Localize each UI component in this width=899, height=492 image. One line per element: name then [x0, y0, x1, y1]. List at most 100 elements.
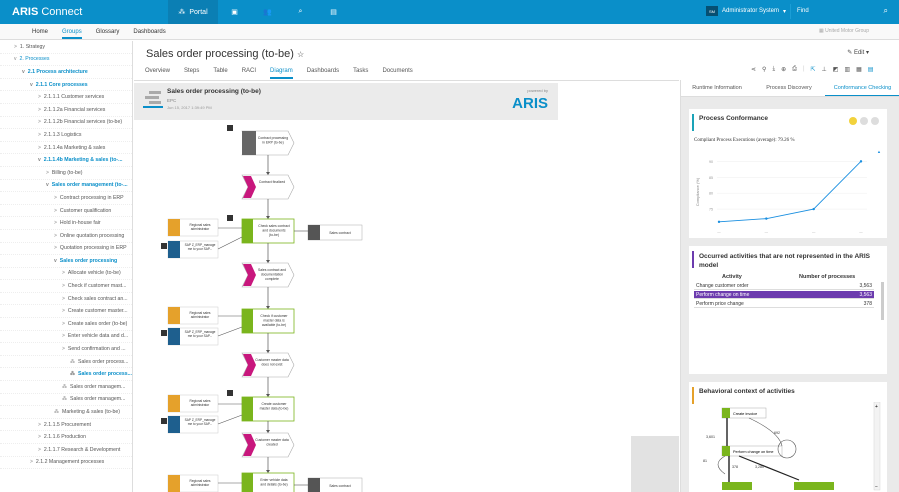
chevron-right-icon[interactable]: > — [54, 233, 57, 239]
tree-item[interactable]: ⁂ Sales order managem... — [0, 394, 132, 407]
tree-item[interactable]: ⁂ Marketing & sales (to-be) — [0, 406, 132, 419]
tree-item[interactable]: > Create sales order (to-be) — [0, 318, 132, 331]
tab-dashboards[interactable]: Dashboards — [133, 29, 165, 39]
chevron-right-icon[interactable]: > — [62, 346, 65, 352]
hierarchy-icon[interactable]: ⊥ — [822, 66, 827, 73]
tree-item[interactable]: >2.1.1.6 Production — [0, 431, 132, 444]
chevron-right-icon[interactable]: > — [38, 422, 41, 428]
chevron-right-icon[interactable]: > — [38, 107, 41, 113]
tree-item[interactable]: > Online quotation processing — [0, 230, 132, 243]
model-icon[interactable]: ⁂ — [70, 371, 75, 377]
chevron-right-icon[interactable]: > — [62, 283, 65, 289]
app-logo[interactable]: ARIS Connect — [12, 6, 82, 18]
model-icon[interactable]: ⁂ — [70, 359, 75, 365]
tree-item[interactable]: > Quotation processing in ERP — [0, 243, 132, 256]
table-row[interactable]: Perform change on time 3,563 — [694, 291, 874, 299]
tab-documents[interactable]: Documents — [382, 68, 412, 79]
chevron-right-icon[interactable]: > — [62, 308, 65, 314]
tab-steps[interactable]: Steps — [184, 68, 199, 79]
notes-icon[interactable]: ▤ — [317, 0, 350, 24]
group-selector[interactable]: ▦ United Motor Group — [819, 28, 869, 34]
tree-item[interactable]: >2.1.1.3 Logistics — [0, 129, 132, 142]
search-icon[interactable]: ⌕ — [284, 0, 317, 24]
tree-item[interactable]: ⁂ Sales order process... — [0, 368, 132, 382]
find-input[interactable]: Find ⌕ — [790, 4, 894, 19]
table-row[interactable]: Perform price change 378 — [694, 300, 874, 308]
tab-glossary[interactable]: Glossary — [96, 29, 120, 39]
portal-button[interactable]: ⁂ Portal — [168, 0, 218, 24]
tab-home[interactable]: Home — [32, 29, 48, 39]
chevron-down-icon[interactable]: v — [30, 82, 33, 88]
chevron-right-icon[interactable]: > — [62, 333, 65, 339]
tree-item[interactable]: > Create customer master... — [0, 305, 132, 319]
tab-diagram[interactable]: Diagram — [270, 68, 293, 79]
chevron-right-icon[interactable]: > — [14, 44, 17, 50]
pin-icon[interactable]: ⚲ — [762, 66, 766, 73]
tree-item[interactable]: > Billing (to-be) — [0, 167, 132, 180]
star-icon[interactable]: ☆ — [297, 50, 304, 59]
grid-icon[interactable]: ▦ — [856, 66, 862, 73]
chevron-right-icon[interactable]: > — [62, 296, 65, 302]
tree-item[interactable]: ⁂ Sales order managem... — [0, 381, 132, 394]
tree-item[interactable]: v Sales order processing — [0, 255, 132, 268]
layout-icon[interactable]: ▤ — [868, 66, 874, 73]
chevron-right-icon[interactable]: > — [30, 459, 33, 465]
tree-item[interactable]: v 2.1 Process architecture — [0, 66, 132, 79]
tab-raci[interactable]: RACI — [242, 68, 256, 79]
document-icon[interactable]: ▣ — [218, 0, 251, 24]
pointer-icon[interactable]: ⇱ — [811, 66, 816, 73]
tree-item[interactable]: > Check sales contract an... — [0, 293, 132, 306]
chevron-right-icon[interactable]: > — [38, 132, 41, 138]
tree-item[interactable]: >2.1.2 Management processes — [0, 457, 132, 470]
tab-conformance-checking[interactable]: Conformance Checking — [825, 80, 899, 96]
tree-item[interactable]: >2.1.1.2b Financial services (to-be) — [0, 117, 132, 130]
chevron-right-icon[interactable]: > — [46, 170, 49, 176]
print-icon[interactable]: ⎙ — [792, 66, 797, 73]
tree-item[interactable]: > Enter vehicle data and d... — [0, 331, 132, 344]
tree-item[interactable]: >2.1.1.4a Marketing & sales — [0, 142, 132, 155]
minimap-panel[interactable] — [631, 436, 679, 492]
tree-item[interactable]: >2.1.1.1 Customer services — [0, 91, 132, 104]
tree-item[interactable]: >1. Strategy — [0, 41, 132, 54]
conformance-line-chart[interactable]: Compliance (%) 75 80 85 90 — — — — ▲ — [689, 147, 887, 237]
tab-process-discovery[interactable]: Process Discovery — [753, 80, 825, 96]
share-icon[interactable]: ⋖ — [751, 66, 756, 73]
tab-table[interactable]: Table — [213, 68, 227, 79]
chevron-right-icon[interactable]: > — [38, 119, 41, 125]
chevron-right-icon[interactable]: > — [38, 94, 41, 100]
tree-item[interactable]: v 2.1.1 Core processes — [0, 79, 132, 92]
behavior-graph[interactable]: Create invoice Perform change on time 3,60… — [689, 402, 887, 492]
model-icon[interactable]: ⁂ — [62, 396, 67, 402]
chevron-down-icon[interactable]: v — [22, 69, 25, 75]
tree-item[interactable]: >2.1.1.2a Financial services — [0, 104, 132, 117]
chevron-right-icon[interactable]: > — [54, 208, 57, 214]
tree-item[interactable]: > Customer qualification — [0, 205, 132, 218]
tree-item[interactable]: v 2. Processes — [0, 54, 132, 67]
tree-item[interactable]: >2.1.1.7 Research & Development — [0, 444, 132, 457]
scrollbar[interactable] — [881, 282, 884, 320]
chevron-down-icon[interactable]: v — [38, 157, 41, 163]
search-icon[interactable]: ⌕ — [884, 6, 888, 16]
chevron-right-icon[interactable]: > — [38, 447, 41, 453]
download-icon[interactable]: ⤓ — [772, 66, 775, 73]
user-menu[interactable]: SM Administrator System ▾ — [706, 6, 786, 16]
chevron-right-icon[interactable]: > — [38, 434, 41, 440]
tree-item[interactable]: > Allocate vehicle (to-be) — [0, 268, 132, 281]
tab-runtime-information[interactable]: Runtime Information — [681, 80, 753, 96]
chevron-down-icon[interactable]: v — [14, 56, 17, 62]
chart-icon[interactable]: ◩ — [833, 66, 839, 73]
chevron-down-icon[interactable]: v — [46, 182, 49, 188]
tree-item[interactable]: > Send confirmation and ... — [0, 343, 132, 356]
chevron-right-icon[interactable]: > — [62, 270, 65, 276]
tab-groups[interactable]: Groups — [62, 29, 82, 39]
chevron-right-icon[interactable]: > — [54, 220, 57, 226]
tab-tasks[interactable]: Tasks — [353, 68, 368, 79]
model-icon[interactable]: ⁂ — [54, 409, 59, 415]
tab-overview[interactable]: Overview — [145, 68, 170, 79]
bookmark-icon[interactable]: ⊕ — [781, 66, 786, 73]
edit-button[interactable]: ✎ Edit ▾ — [847, 49, 869, 56]
tree-item[interactable]: > Contract processing in ERP — [0, 192, 132, 205]
chevron-right-icon[interactable]: > — [54, 245, 57, 251]
chevron-right-icon[interactable]: > — [54, 195, 57, 201]
tree-item[interactable]: v Sales order management (to-... — [0, 180, 132, 193]
